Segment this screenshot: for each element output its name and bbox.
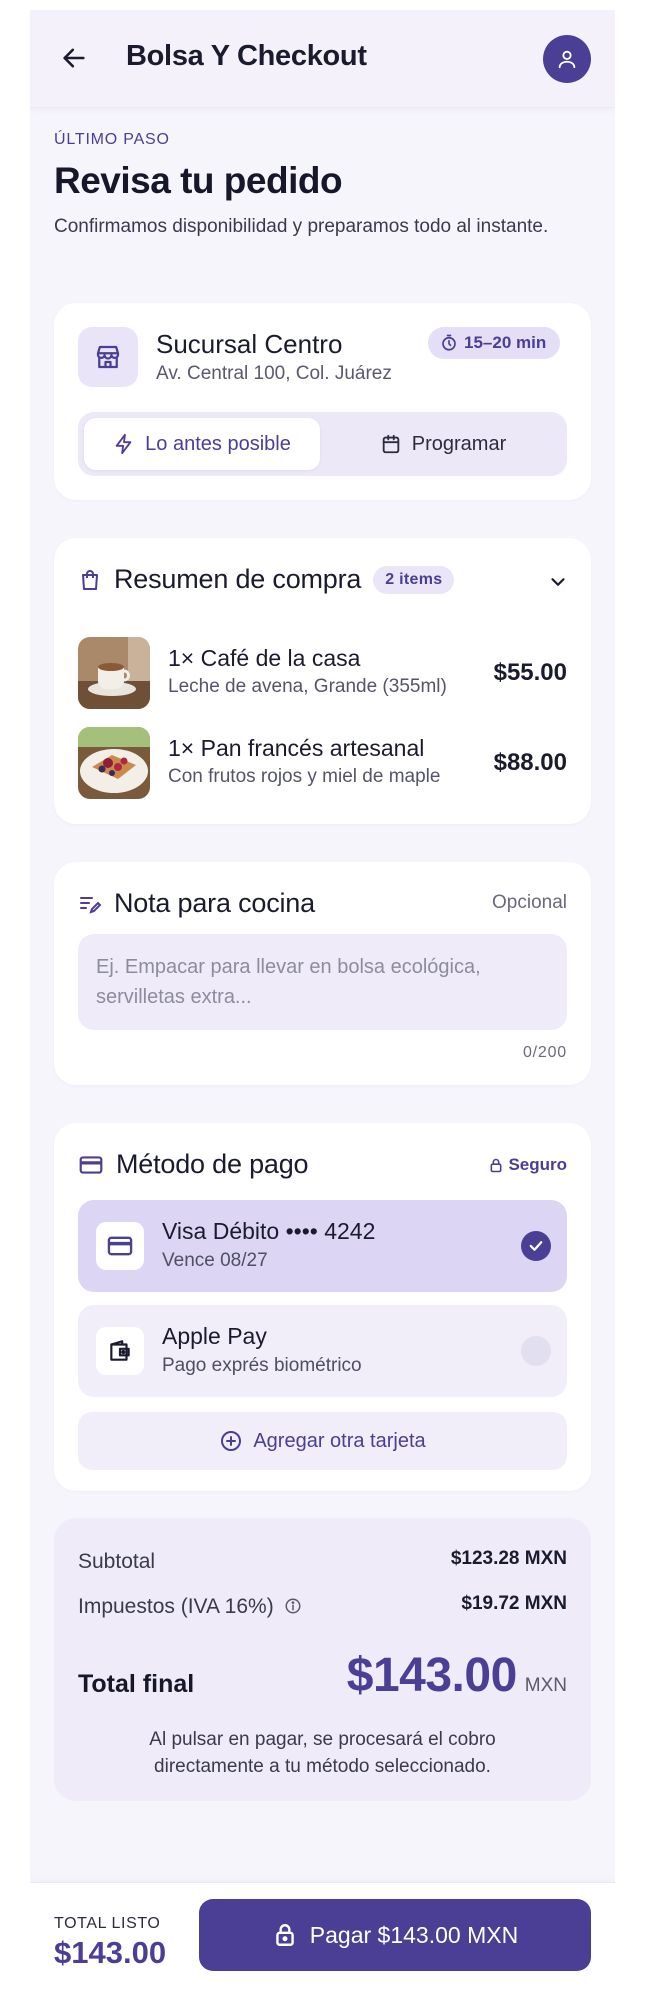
add-card-button[interactable]: Agregar otra tarjeta	[78, 1412, 567, 1470]
option-asap-label: Lo antes posible	[145, 432, 291, 455]
summary-title: Resumen de compra	[114, 564, 362, 594]
secure-label: Seguro	[508, 1155, 567, 1174]
calendar-icon	[382, 434, 399, 454]
totals-card: Subtotal $123.28 MXN Impuestos (IVA 16%)…	[54, 1518, 591, 1801]
payment-name: Visa Débito •••• 4242	[162, 1218, 376, 1244]
tax-label: Impuestos (IVA 16%)	[78, 1595, 274, 1618]
header-title: Bolsa Y Checkout	[126, 40, 367, 72]
page-subtitle: Confirmamos disponibilidad y preparamos …	[54, 216, 549, 237]
store-icon	[96, 345, 120, 369]
kitchen-note-card: Nota para cocina Opcional 0/200	[54, 862, 591, 1085]
store-icon-box	[78, 327, 138, 387]
credit-card-icon	[79, 1155, 103, 1174]
item-name: 1× Café de la casa	[168, 645, 361, 671]
summary-card: Resumen de compra 2 items 1× Café de la …	[54, 538, 591, 824]
shopping-bag-icon	[82, 569, 98, 590]
coffee-image	[78, 637, 150, 709]
page-title: Revisa tu pedido	[54, 160, 343, 201]
payment-method-card: Método de pago Seguro Visa Débito •••• 4…	[54, 1123, 591, 1491]
french-toast-image	[78, 727, 150, 799]
add-card-label: Agregar otra tarjeta	[253, 1429, 426, 1452]
wallet-icon-box	[96, 1327, 144, 1375]
subtotal-label: Subtotal	[78, 1550, 156, 1573]
eta-badge: 15–20 min	[428, 327, 561, 359]
payment-expiry: Vence 08/27	[162, 1250, 268, 1271]
edit-note-icon	[80, 896, 102, 914]
note-header: Nota para cocina	[78, 888, 315, 919]
pay-button-label: Pagar $143.00 MXN	[309, 1921, 519, 1948]
payment-title: Método de pago	[116, 1149, 309, 1179]
selected-radio[interactable]	[521, 1231, 551, 1261]
bottom-pay-bar: TOTAL LISTO $143.00 Pagar $143.00 MXN	[30, 1882, 615, 2012]
store-name: Sucursal Centro	[156, 329, 343, 359]
final-total-label: Total final	[78, 1670, 195, 1698]
kitchen-note-input[interactable]	[78, 934, 567, 1030]
list-item[interactable]: 1× Pan francés artesanal Con frutos rojo…	[78, 727, 567, 799]
unselected-radio[interactable]	[521, 1336, 551, 1366]
timer-icon	[442, 334, 456, 351]
subtotal-value: $123.28 MXN	[450, 1548, 567, 1569]
lightning-icon	[115, 433, 132, 455]
item-description: Leche de avena, Grande (355ml)	[168, 676, 447, 697]
app-header: Bolsa Y Checkout	[30, 10, 615, 108]
wallet-icon	[110, 1340, 130, 1361]
total-ready-label: TOTAL LISTO	[54, 1915, 161, 1932]
card-icon-box	[96, 1222, 144, 1270]
total-ready-amount: $143.00	[54, 1935, 167, 1970]
character-counter: 0/200	[522, 1044, 567, 1061]
profile-button[interactable]	[543, 35, 591, 83]
secure-badge: Seguro	[488, 1155, 567, 1175]
user-icon	[558, 50, 576, 69]
timing-segmented-control: Lo antes posible Programar	[78, 412, 567, 476]
lock-icon	[276, 1924, 294, 1946]
credit-card-icon	[107, 1236, 133, 1256]
option-schedule[interactable]: Programar	[325, 418, 561, 470]
payment-header: Método de pago	[78, 1149, 309, 1180]
item-price: $55.00	[493, 659, 567, 686]
pay-button[interactable]: Pagar $143.00 MXN	[199, 1899, 591, 1971]
store-address: Av. Central 100, Col. Juárez	[156, 363, 392, 384]
check-icon	[529, 1241, 543, 1251]
lock-icon	[490, 1158, 502, 1172]
list-item[interactable]: 1× Café de la casa Leche de avena, Grand…	[78, 637, 567, 709]
tax-value: $19.72 MXN	[461, 1593, 567, 1614]
checkout-screen: Bolsa Y Checkout ÚLTIMO PASO Revisa tu p…	[30, 10, 615, 2012]
payment-disclaimer: Al pulsar en pagar, se procesará el cobr…	[149, 1729, 496, 1777]
store-card: Sucursal Centro Av. Central 100, Col. Ju…	[54, 303, 591, 500]
item-price: $88.00	[493, 749, 567, 776]
payment-option-visa[interactable]: Visa Débito •••• 4242 Vence 08/27	[78, 1200, 567, 1292]
tax-row-label: Impuestos (IVA 16%)	[78, 1595, 302, 1619]
info-icon[interactable]	[284, 1597, 302, 1615]
summary-header[interactable]: Resumen de compra 2 items	[78, 564, 455, 595]
item-description: Con frutos rojos y miel de maple	[168, 766, 441, 787]
payment-name: Apple Pay	[162, 1323, 267, 1349]
item-count-badge: 2 items	[373, 565, 455, 594]
note-title: Nota para cocina	[114, 888, 315, 918]
payment-description: Pago exprés biométrico	[162, 1355, 362, 1376]
step-eyebrow: ÚLTIMO PASO	[54, 131, 170, 148]
arrow-left-icon	[63, 48, 85, 68]
eta-text: 15–20 min	[464, 333, 547, 352]
option-asap[interactable]: Lo antes posible	[84, 418, 320, 470]
item-name: 1× Pan francés artesanal	[168, 735, 425, 761]
payment-option-apple-pay[interactable]: Apple Pay Pago exprés biométrico	[78, 1305, 567, 1397]
collapse-toggle[interactable]	[544, 568, 572, 596]
final-total: $143.00 MXN	[347, 1648, 567, 1703]
chevron-down-icon	[551, 578, 565, 586]
final-total-currency: MXN	[524, 1675, 567, 1696]
back-button[interactable]	[54, 38, 94, 78]
optional-label: Opcional	[492, 892, 567, 913]
final-total-amount: $143.00	[346, 1649, 518, 1702]
plus-circle-icon	[221, 1431, 242, 1451]
option-schedule-label: Programar	[411, 432, 507, 455]
